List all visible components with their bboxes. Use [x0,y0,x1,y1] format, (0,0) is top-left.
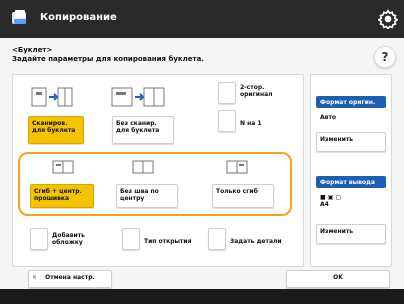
ok-label: OK [333,274,343,281]
trim-settings-button[interactable] [208,228,226,250]
open-type-label: Тип открытия [144,238,192,245]
question-icon: ? [381,50,389,64]
app-title: Копирование [40,12,117,23]
n-on-1-button[interactable] [218,110,236,132]
add-cover-label: Добавить обложку [52,232,85,246]
two-sided-original-button[interactable] [218,82,236,104]
gear-icon[interactable] [378,9,398,29]
original-size-header: Формат оригин. [316,96,386,108]
title-bar: Копирование [0,0,404,38]
output-size-value: ■ ▣ ▢ A4 [320,194,342,208]
saddle-fold-icon [52,160,74,174]
add-cover-button[interactable] [30,228,48,250]
no-scan-booklet-button[interactable]: Без сканир. для буклета [112,116,174,144]
two-sided-original-label: 2-стор. оригинал [240,84,273,98]
change-original-size-button[interactable]: Изменить [316,132,386,152]
page-subtitle: Задайте параметры для копирования буклет… [12,55,204,63]
saddle-stitch-button[interactable]: Без шва по центру [116,184,178,208]
close-icon: ✕ [32,274,38,281]
bottom-bar [0,289,404,304]
fold-only-label: Только сгиб [216,188,258,195]
trim-settings-label: Задать детали [230,238,282,245]
ok-button[interactable]: OK [286,270,390,288]
saddle-center-fold-label: Сгиб + центр. прошивка [34,188,82,202]
cancel-settings-button[interactable]: ✕ Отмена настр. [28,270,112,288]
saddle-stitch-icon [132,160,154,174]
change-output-size-button[interactable]: Изменить [316,224,386,244]
fold-only-icon [226,160,248,174]
no-scan-booklet-diagram [111,87,165,107]
content-area: <Буклет> Задайте параметры для копирован… [0,38,404,289]
help-button[interactable]: ? [374,46,396,68]
fold-only-button[interactable]: Только сгиб [212,184,274,208]
saddle-center-fold-button[interactable]: Сгиб + центр. прошивка [30,184,94,208]
scan-booklet-label: Сканиров. для буклета [32,120,76,134]
open-type-button[interactable] [122,228,140,250]
original-size-value: Авто [320,114,337,121]
no-scan-booklet-label: Без сканир. для буклета [116,120,160,134]
page-title: <Буклет> [12,46,53,54]
change-original-size-label: Изменить [320,136,354,143]
scan-booklet-button[interactable]: Сканиров. для буклета [28,116,84,144]
cancel-settings-label: Отмена настр. [45,274,95,281]
output-size-header: Формат вывода [316,176,386,188]
change-output-size-label: Изменить [320,228,354,235]
saddle-stitch-label: Без шва по центру [120,188,159,202]
scan-booklet-diagram [31,87,73,107]
copy-icon [12,10,26,24]
n-on-1-label: N на 1 [240,120,262,127]
